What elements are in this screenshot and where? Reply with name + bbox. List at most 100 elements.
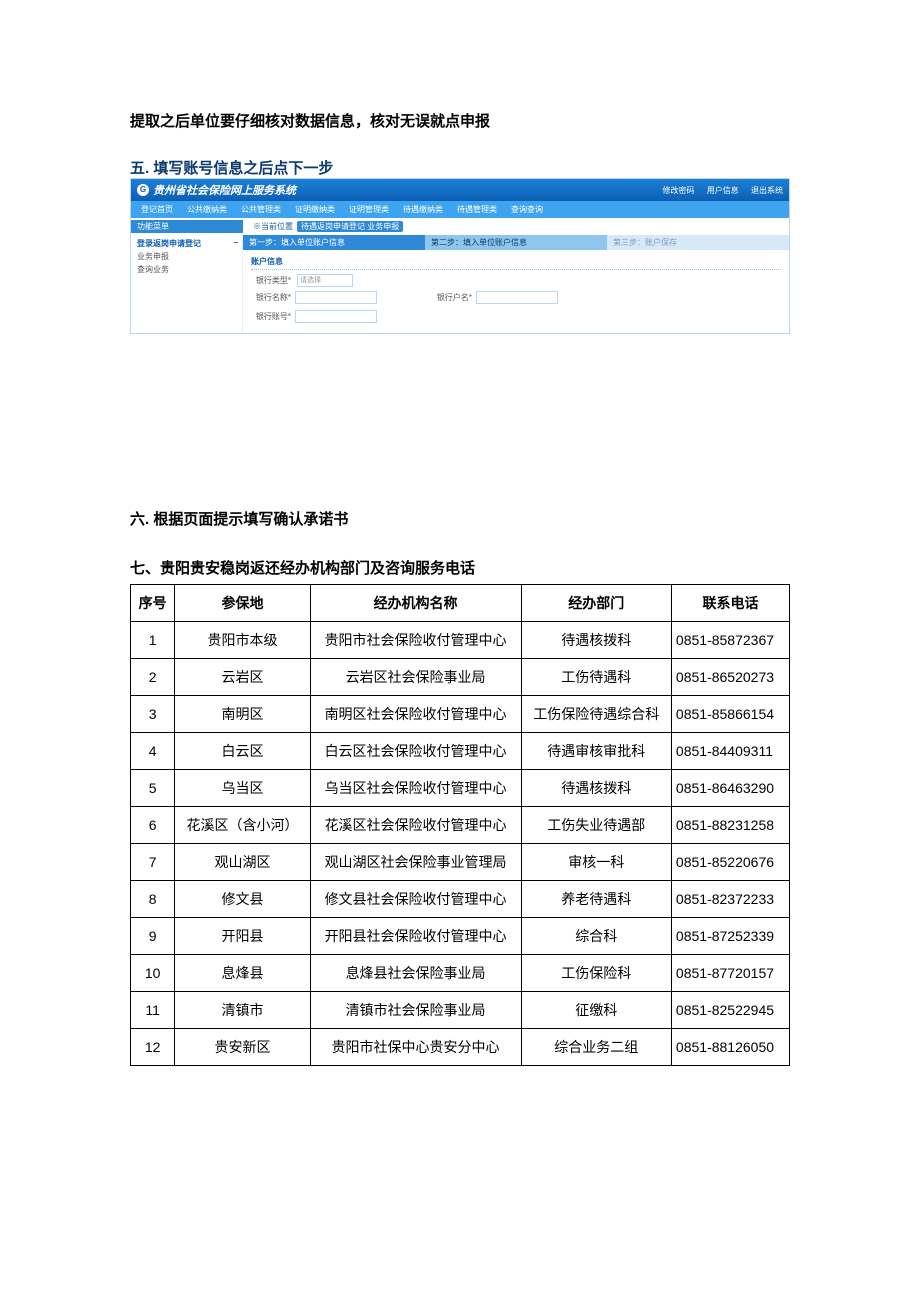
table-cell: 10 xyxy=(131,955,175,992)
table-cell: 待遇审核审批科 xyxy=(521,733,671,770)
app-screenshot: G 贵州省社会保险网上服务系统 修改密码 用户信息 退出系统 登记首页 公共缴纳… xyxy=(130,178,790,334)
link-change-password[interactable]: 修改密码 xyxy=(663,186,695,195)
table-cell: 息烽县 xyxy=(175,955,310,992)
menu-item[interactable]: 证明管理类 xyxy=(343,203,395,216)
table-row: 4白云区白云区社会保险收付管理中心待遇审核审批科0851-84409311 xyxy=(131,733,790,770)
table-cell: 0851-85220676 xyxy=(671,844,789,881)
table-cell: 4 xyxy=(131,733,175,770)
table-cell: 0851-88231258 xyxy=(671,807,789,844)
table-cell: 征缴科 xyxy=(521,992,671,1029)
table-cell: 清镇市社会保险事业局 xyxy=(310,992,521,1029)
sidebar-item-query[interactable]: 查询业务 xyxy=(137,263,238,276)
table-row: 9开阳县开阳县社会保险收付管理中心综合科0851-87252339 xyxy=(131,918,790,955)
table-cell: 白云区社会保险收付管理中心 xyxy=(310,733,521,770)
menu-item[interactable]: 查询查询 xyxy=(505,203,549,216)
table-header: 经办部门 xyxy=(521,585,671,622)
table-cell: 白云区 xyxy=(175,733,310,770)
table-cell: 2 xyxy=(131,659,175,696)
link-user-info[interactable]: 用户信息 xyxy=(707,186,739,195)
table-row: 11清镇市清镇市社会保险事业局征缴科0851-82522945 xyxy=(131,992,790,1029)
sidebar-group-label: 登录返岗申请登记 xyxy=(137,238,201,249)
table-cell: 贵阳市社保中心贵安分中心 xyxy=(310,1029,521,1066)
table-row: 8修文县修文县社会保险收付管理中心养老待遇科0851-82372233 xyxy=(131,881,790,918)
table-cell: 贵阳市社会保险收付管理中心 xyxy=(310,622,521,659)
table-cell: 3 xyxy=(131,696,175,733)
table-cell: 观山湖区社会保险事业管理局 xyxy=(310,844,521,881)
label-bank-type: 银行类型* xyxy=(251,275,291,286)
table-cell: 南明区社会保险收付管理中心 xyxy=(310,696,521,733)
table-cell: 0851-85872367 xyxy=(671,622,789,659)
table-cell: 云岩区社会保险事业局 xyxy=(310,659,521,696)
table-cell: 养老待遇科 xyxy=(521,881,671,918)
table-header: 联系电话 xyxy=(671,585,789,622)
table-cell: 修文县社会保险收付管理中心 xyxy=(310,881,521,918)
table-cell: 0851-82372233 xyxy=(671,881,789,918)
step-2: 第二步：填入单位账户信息 xyxy=(425,235,607,250)
table-cell: 9 xyxy=(131,918,175,955)
sidebar-group[interactable]: 登录返岗申请登记 − xyxy=(137,237,238,250)
table-cell: 息烽县社会保险事业局 xyxy=(310,955,521,992)
table-cell: 0851-86520273 xyxy=(671,659,789,696)
section-6-heading: 六. 根据页面提示填写确认承诺书 xyxy=(130,508,790,529)
menu-item[interactable]: 证明缴纳类 xyxy=(289,203,341,216)
table-cell: 贵阳市本级 xyxy=(175,622,310,659)
sidebar-item-apply[interactable]: 业务申报 xyxy=(137,250,238,263)
table-cell: 8 xyxy=(131,881,175,918)
table-row: 12贵安新区贵阳市社保中心贵安分中心综合业务二组0851-88126050 xyxy=(131,1029,790,1066)
table-cell: 0851-88126050 xyxy=(671,1029,789,1066)
input-branch[interactable] xyxy=(476,291,558,304)
input-account[interactable] xyxy=(295,310,377,323)
table-cell: 贵安新区 xyxy=(175,1029,310,1066)
table-cell: 清镇市 xyxy=(175,992,310,1029)
table-cell: 0851-84409311 xyxy=(671,733,789,770)
table-row: 6花溪区（含小河）花溪区社会保险收付管理中心工伤失业待遇部0851-882312… xyxy=(131,807,790,844)
menubar: 登记首页 公共缴纳类 公共管理类 证明缴纳类 证明管理类 待遇缴纳类 待遇管理类… xyxy=(131,201,789,218)
table-row: 5乌当区乌当区社会保险收付管理中心待遇核拨科0851-86463290 xyxy=(131,770,790,807)
table-cell: 工伤失业待遇部 xyxy=(521,807,671,844)
table-cell: 0851-87252339 xyxy=(671,918,789,955)
select-bank-type[interactable]: 请选择 xyxy=(297,274,353,287)
table-row: 2云岩区云岩区社会保险事业局工伤待遇科0851-86520273 xyxy=(131,659,790,696)
table-cell: 5 xyxy=(131,770,175,807)
table-cell: 综合业务二组 xyxy=(521,1029,671,1066)
table-cell: 花溪区社会保险收付管理中心 xyxy=(310,807,521,844)
table-cell: 7 xyxy=(131,844,175,881)
input-bank-name[interactable] xyxy=(295,291,377,304)
app-title: 贵州省社会保险网上服务系统 xyxy=(153,182,653,198)
menu-item[interactable]: 待遇缴纳类 xyxy=(397,203,449,216)
label-account: 银行账号* xyxy=(251,311,291,322)
table-row: 10息烽县息烽县社会保险事业局工伤保险科0851-87720157 xyxy=(131,955,790,992)
label-branch: 银行户名* xyxy=(432,292,472,303)
link-logout[interactable]: 退出系统 xyxy=(751,186,783,195)
table-cell: 审核一科 xyxy=(521,844,671,881)
top-links: 修改密码 用户信息 退出系统 xyxy=(653,185,783,196)
menu-item[interactable]: 待遇管理类 xyxy=(451,203,503,216)
table-cell: 乌当区 xyxy=(175,770,310,807)
breadcrumb-tag: 待遇返岗申请登记 业务申报 xyxy=(297,221,403,232)
label-bank-name: 银行名称* xyxy=(251,292,291,303)
breadcrumb-label: ※当前位置 xyxy=(253,221,293,232)
table-cell: 修文县 xyxy=(175,881,310,918)
table-cell: 11 xyxy=(131,992,175,1029)
minus-icon: − xyxy=(233,238,238,249)
table-cell: 工伤保险科 xyxy=(521,955,671,992)
step-3: 第三步：账户保存 xyxy=(607,235,789,250)
table-cell: 工伤保险待遇综合科 xyxy=(521,696,671,733)
table-cell: 1 xyxy=(131,622,175,659)
table-cell: 0851-86463290 xyxy=(671,770,789,807)
table-cell: 12 xyxy=(131,1029,175,1066)
section-7-heading: 七、贵阳贵安稳岗返还经办机构部门及咨询服务电话 xyxy=(130,557,790,578)
table-cell: 观山湖区 xyxy=(175,844,310,881)
menu-item[interactable]: 公共缴纳类 xyxy=(181,203,233,216)
table-cell: 云岩区 xyxy=(175,659,310,696)
table-cell: 6 xyxy=(131,807,175,844)
table-row: 7观山湖区观山湖区社会保险事业管理局审核一科0851-85220676 xyxy=(131,844,790,881)
table-header: 序号 xyxy=(131,585,175,622)
wizard-steps: 第一步：填入单位账户信息 第二步：填入单位账户信息 第三步：账户保存 xyxy=(243,235,789,250)
menu-item[interactable]: 公共管理类 xyxy=(235,203,287,216)
table-cell: 待遇核拨科 xyxy=(521,770,671,807)
table-row: 1贵阳市本级贵阳市社会保险收付管理中心待遇核拨科0851-85872367 xyxy=(131,622,790,659)
menu-item[interactable]: 登记首页 xyxy=(135,203,179,216)
table-cell: 开阳县 xyxy=(175,918,310,955)
table-header: 参保地 xyxy=(175,585,310,622)
